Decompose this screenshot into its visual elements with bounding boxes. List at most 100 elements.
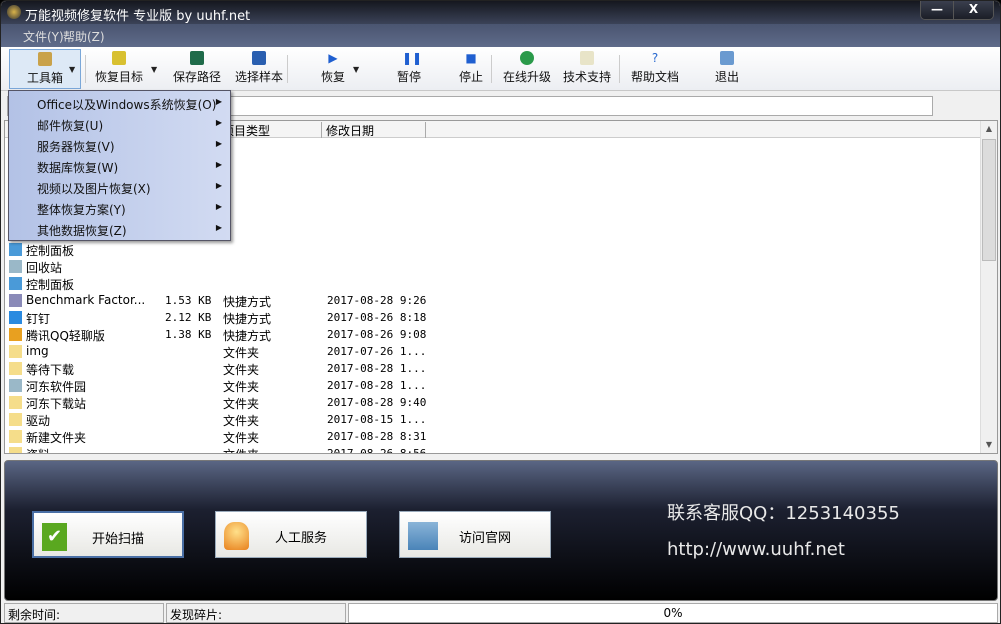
cell-date: 2017-08-26 8:18 bbox=[327, 311, 427, 324]
cell-date: 2017-08-15 1... bbox=[327, 413, 427, 426]
cell-name: 驱动 bbox=[26, 414, 51, 428]
website-url[interactable]: http://www.uuhf.net bbox=[667, 539, 845, 560]
scroll-down-icon[interactable]: ▼ bbox=[981, 437, 997, 453]
shortcut-icon bbox=[9, 294, 22, 307]
manual-service-button[interactable]: 人工服务 bbox=[215, 511, 367, 558]
toolbox-icon bbox=[38, 52, 52, 66]
dropdown-arrow-icon[interactable]: ▼ bbox=[151, 65, 157, 74]
dropdown-arrow-icon[interactable]: ▼ bbox=[353, 65, 359, 74]
cell-name: 等待下载 bbox=[26, 363, 75, 377]
toolbar-button-1[interactable]: 恢复目标 bbox=[89, 49, 149, 89]
menu-item-label: 其他数据恢复(Z) bbox=[37, 224, 127, 238]
toolbar-label: 工具箱 bbox=[26, 71, 63, 85]
menu-file[interactable]: 文件(Y) bbox=[23, 28, 64, 45]
target-icon bbox=[112, 51, 126, 65]
toolbar-label: 在线升级 bbox=[502, 70, 551, 84]
table-row[interactable]: 等待下载 文件夹 2017-08-28 1... bbox=[5, 360, 975, 377]
table-row[interactable]: 新建文件夹 文件夹 2017-08-28 8:31 bbox=[5, 428, 975, 445]
support-qq: 联系客服QQ：1253140355 bbox=[667, 503, 900, 524]
minimize-button[interactable]: — bbox=[921, 1, 953, 19]
mail-icon bbox=[580, 51, 594, 65]
cell-type: 文件夹 bbox=[223, 363, 260, 377]
menu-item-2[interactable]: 服务器恢复(V) ▶ bbox=[9, 135, 230, 156]
table-row[interactable]: Benchmark Factor... 1.53 KB 快捷方式 2017-08-28… bbox=[5, 292, 975, 309]
cell-type: 快捷方式 bbox=[223, 312, 272, 326]
action-panel: ✔ 开始扫描 人工服务 访问官网 联系客服QQ：1253140355 http:… bbox=[4, 460, 998, 601]
toolbar-button-8[interactable]: 技术支持 bbox=[557, 49, 617, 89]
cell-name: 资料 bbox=[26, 446, 50, 453]
vertical-scrollbar[interactable]: ▲ ▼ bbox=[980, 121, 997, 453]
table-row[interactable]: 河东下载站 文件夹 2017-08-28 9:40 bbox=[5, 394, 975, 411]
menu-item-1[interactable]: 邮件恢复(U) ▶ bbox=[9, 114, 230, 135]
cell-size: 1.38 KB bbox=[165, 328, 212, 341]
table-row[interactable]: img 文件夹 2017-07-26 1... bbox=[5, 343, 975, 360]
table-row[interactable]: 驱动 文件夹 2017-08-15 1... bbox=[5, 411, 975, 428]
control-panel-icon bbox=[9, 277, 22, 290]
toolbar-button-10[interactable]: 退出 bbox=[697, 49, 757, 89]
toolbar-button-5[interactable]: ❚❚ 暂停 bbox=[379, 49, 439, 89]
cell-date: 2017-08-28 1... bbox=[327, 379, 427, 392]
toolbar-button-7[interactable]: 在线升级 bbox=[497, 49, 557, 89]
menu-item-5[interactable]: 整体恢复方案(Y) ▶ bbox=[9, 198, 230, 219]
toolbar-button-9[interactable]: ? 帮助文档 bbox=[625, 49, 685, 89]
cell-type: 文件夹 bbox=[223, 346, 260, 360]
table-row[interactable]: 控制面板 bbox=[5, 275, 975, 292]
scroll-thumb[interactable] bbox=[982, 139, 996, 261]
column-type[interactable]: 项目类型 bbox=[218, 122, 322, 138]
play-icon: ▶ bbox=[328, 51, 338, 65]
menu-item-4[interactable]: 视频以及图片恢复(X) ▶ bbox=[9, 177, 230, 198]
close-button[interactable]: X bbox=[953, 1, 993, 19]
title-bar: 万能视频修复软件 专业版 by uuhf.net — X bbox=[1, 1, 1000, 24]
table-row[interactable]: 钉钉 2.12 KB 快捷方式 2017-08-26 8:18 bbox=[5, 309, 975, 326]
cell-name: 腾讯QQ轻聊版 bbox=[26, 329, 105, 343]
cell-date: 2017-07-26 1... bbox=[327, 345, 427, 358]
cell-size: 1.53 KB bbox=[165, 294, 212, 307]
column-date[interactable]: 修改日期 bbox=[322, 122, 426, 138]
table-row[interactable]: 控制面板 bbox=[5, 241, 975, 258]
table-row[interactable]: 回收站 bbox=[5, 258, 975, 275]
folder-icon bbox=[9, 430, 22, 443]
help-icon: ? bbox=[651, 51, 659, 65]
save-icon bbox=[190, 51, 204, 65]
start-scan-button[interactable]: ✔ 开始扫描 bbox=[32, 511, 184, 558]
toolbar-button-2[interactable]: 保存路径 bbox=[167, 49, 227, 89]
progress-text: 0% bbox=[663, 606, 683, 620]
cell-date: 2017-08-28 9:26 bbox=[327, 294, 427, 307]
table-row[interactable]: 腾讯QQ轻聊版 1.38 KB 快捷方式 2017-08-26 9:08 bbox=[5, 326, 975, 343]
remaining-time: 剩余时间: bbox=[4, 603, 164, 623]
table-row[interactable]: 资料 文件夹 2017-08-26 8:56 bbox=[5, 445, 975, 454]
menu-item-3[interactable]: 数据库恢复(W) ▶ bbox=[9, 156, 230, 177]
toolbar-button-6[interactable]: ■ 停止 bbox=[441, 49, 501, 89]
globe-icon bbox=[520, 51, 534, 65]
cell-date: 2017-08-26 9:08 bbox=[327, 328, 427, 341]
app-icon bbox=[7, 5, 21, 19]
visit-website-button[interactable]: 访问官网 bbox=[399, 511, 551, 558]
scroll-up-icon[interactable]: ▲ bbox=[981, 121, 997, 137]
exit-icon bbox=[720, 51, 734, 65]
pause-icon: ❚❚ bbox=[402, 51, 423, 65]
menu-item-6[interactable]: 其他数据恢复(Z) ▶ bbox=[9, 219, 230, 240]
submenu-arrow-icon: ▶ bbox=[215, 118, 222, 127]
menu-item-0[interactable]: Office以及Windows系统恢复(O) ▶ bbox=[9, 93, 230, 114]
cell-name: 回收站 bbox=[26, 261, 63, 275]
cell-name: 新建文件夹 bbox=[26, 431, 87, 445]
start-scan-label: 开始扫描 bbox=[91, 532, 144, 547]
cell-name: 河东下载站 bbox=[26, 397, 87, 411]
app-window: 万能视频修复软件 专业版 by uuhf.net — X 文件(Y) 帮助(Z)… bbox=[0, 0, 1001, 624]
cell-date: 2017-08-28 9:40 bbox=[327, 396, 427, 409]
menu-help[interactable]: 帮助(Z) bbox=[63, 28, 105, 45]
cell-name: 控制面板 bbox=[26, 278, 75, 292]
submenu-arrow-icon: ▶ bbox=[215, 181, 222, 190]
cell-name: Benchmark Factor... bbox=[26, 293, 146, 307]
toolbar-button-3[interactable]: 选择样本 bbox=[229, 49, 289, 89]
cell-name: img bbox=[26, 344, 49, 358]
status-bar: 剩余时间: 发现碎片: 0% bbox=[1, 602, 1000, 623]
cell-date: 2017-08-28 1... bbox=[327, 362, 427, 375]
menu-item-label: 视频以及图片恢复(X) bbox=[37, 182, 151, 196]
stop-icon: ■ bbox=[465, 51, 477, 65]
cell-date: 2017-08-26 8:56 bbox=[327, 447, 427, 454]
cell-type: 快捷方式 bbox=[223, 295, 272, 309]
cell-name: 河东软件园 bbox=[26, 380, 87, 394]
dropdown-arrow-icon[interactable]: ▼ bbox=[69, 65, 75, 74]
table-row[interactable]: 河东软件园 文件夹 2017-08-28 1... bbox=[5, 377, 975, 394]
